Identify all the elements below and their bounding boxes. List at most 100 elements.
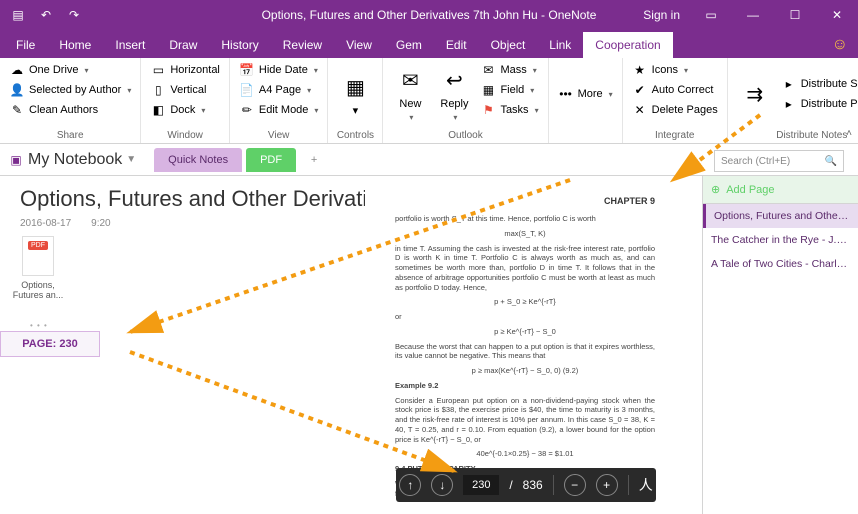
menu-history[interactable]: History bbox=[209, 32, 270, 58]
drag-dots: • • • bbox=[30, 321, 48, 330]
close-button[interactable]: ✕ bbox=[816, 0, 858, 30]
tasks-button[interactable]: ⚑Tasks bbox=[477, 101, 541, 120]
ribbon-collapse-icon[interactable]: ˄ bbox=[846, 128, 852, 139]
pdf-attachment[interactable]: Options, Futures an... bbox=[8, 236, 68, 300]
distribute-main-button[interactable]: ⇉ bbox=[734, 61, 776, 128]
group-controls: Controls bbox=[334, 128, 376, 143]
group-view: View bbox=[236, 128, 322, 143]
field-icon: ▦ bbox=[480, 83, 496, 99]
new-button[interactable]: ✉New bbox=[389, 61, 431, 128]
menu-link[interactable]: Link bbox=[537, 32, 583, 58]
menu-edit[interactable]: Edit bbox=[434, 32, 479, 58]
more-icon: ••• bbox=[558, 87, 574, 103]
menu-insert[interactable]: Insert bbox=[103, 32, 157, 58]
add-page-button[interactable]: ⊕Add Page bbox=[703, 176, 858, 204]
minimize-button[interactable]: — bbox=[732, 0, 774, 30]
pager-adobe-icon[interactable]: 人 bbox=[639, 475, 653, 495]
menu-cooperation[interactable]: Cooperation bbox=[583, 32, 672, 58]
mass-button[interactable]: ✉Mass bbox=[477, 61, 541, 80]
menu-file[interactable]: File bbox=[4, 32, 47, 58]
menubar: File Home Insert Draw History Review Vie… bbox=[0, 30, 858, 58]
menu-draw[interactable]: Draw bbox=[157, 32, 209, 58]
cloud-icon: ☁ bbox=[9, 63, 25, 79]
page-icon: 📄 bbox=[239, 83, 255, 99]
ribbon-options-icon[interactable]: ▭ bbox=[690, 0, 732, 30]
mail-new-icon: ✉ bbox=[395, 66, 425, 96]
group-integrate: Integrate bbox=[629, 128, 721, 143]
group-window: Window bbox=[147, 128, 223, 143]
pager-total: 836 bbox=[523, 478, 543, 492]
a4-button[interactable]: 📄A4 Page bbox=[236, 81, 322, 100]
check-icon: ✔ bbox=[632, 83, 648, 99]
dock-button[interactable]: ◧Dock bbox=[147, 101, 223, 120]
pencil-icon: ✏ bbox=[239, 103, 255, 119]
distribute-pages-button[interactable]: ▸Distribute Pages bbox=[778, 95, 858, 114]
undo-icon[interactable]: ↶ bbox=[36, 5, 56, 25]
distribute-section-button[interactable]: ▸Distribute Section bbox=[778, 75, 858, 94]
deletepages-button[interactable]: ✕Delete Pages bbox=[629, 101, 721, 120]
pdf-viewer[interactable]: CHAPTER 9 portfolio is worth S_T at this… bbox=[365, 176, 675, 514]
pager-current-input[interactable] bbox=[463, 475, 499, 495]
pager-up-button[interactable]: ↑ bbox=[399, 474, 421, 496]
notebook-name[interactable]: My Notebook bbox=[28, 151, 122, 169]
reply-button[interactable]: ↩Reply bbox=[433, 61, 475, 128]
tab-pdf[interactable]: PDF bbox=[246, 148, 296, 172]
mass-icon: ✉ bbox=[480, 63, 496, 79]
pages-icon: ▸ bbox=[781, 97, 797, 113]
tab-add[interactable]: + bbox=[300, 148, 328, 172]
horizontal-icon: ▭ bbox=[150, 63, 166, 79]
group-distribute: Distribute Notes bbox=[734, 128, 858, 143]
app-icon: ▤ bbox=[8, 5, 28, 25]
notebook-icon: ▣ bbox=[8, 152, 24, 168]
plus-icon: ⊕ bbox=[711, 183, 720, 196]
pager-zoomin-button[interactable]: + bbox=[596, 474, 618, 496]
page-tag[interactable]: ▢ PAGE: 230 bbox=[0, 331, 100, 357]
clean-authors-button[interactable]: ✎Clean Authors bbox=[6, 101, 134, 120]
page-time: 9:20 bbox=[91, 218, 110, 229]
horizontal-button[interactable]: ▭Horizontal bbox=[147, 61, 223, 80]
menu-review[interactable]: Review bbox=[271, 32, 334, 58]
search-input[interactable]: Search (Ctrl+E)🔍 bbox=[714, 150, 844, 172]
ribbon: ☁One Drive 👤Selected by Author ✎Clean Au… bbox=[0, 58, 858, 144]
controls-icon: ▦ bbox=[340, 73, 370, 103]
side-panel: ⊕Add Page Options, Futures and Other Der… bbox=[702, 176, 858, 514]
field-button[interactable]: ▦Field bbox=[477, 81, 541, 100]
broom-icon: ✎ bbox=[9, 103, 25, 119]
hidedate-button[interactable]: 📅Hide Date bbox=[236, 61, 322, 80]
redo-icon[interactable]: ↷ bbox=[64, 5, 84, 25]
menu-home[interactable]: Home bbox=[47, 32, 103, 58]
more-button[interactable]: •••More bbox=[555, 85, 616, 104]
dock-icon: ◧ bbox=[150, 103, 166, 119]
smiley-icon[interactable]: ☺ bbox=[832, 36, 848, 58]
autocorrect-button[interactable]: ✔Auto Correct bbox=[629, 81, 721, 100]
section-icon: ▸ bbox=[781, 77, 797, 93]
reply-icon: ↩ bbox=[439, 66, 469, 96]
menu-gem[interactable]: Gem bbox=[384, 32, 434, 58]
search-icon: 🔍 bbox=[825, 156, 837, 167]
pager-zoomout-button[interactable]: − bbox=[564, 474, 586, 496]
page-date: 2016-08-17 bbox=[20, 218, 71, 229]
icons-icon: ★ bbox=[632, 63, 648, 79]
page-canvas[interactable]: Options, Futures and Other Derivative 20… bbox=[0, 176, 702, 514]
tab-quicknotes[interactable]: Quick Notes bbox=[154, 148, 242, 172]
editmode-button[interactable]: ✏Edit Mode bbox=[236, 101, 322, 120]
page-item[interactable]: Options, Futures and Other Deriva bbox=[703, 204, 858, 228]
vertical-icon: ▯ bbox=[150, 83, 166, 99]
vertical-button[interactable]: ▯Vertical bbox=[147, 81, 223, 100]
controls-button[interactable]: ▦▾ bbox=[334, 61, 376, 128]
group-share: Share bbox=[6, 128, 134, 143]
signin-button[interactable]: Sign in bbox=[633, 0, 690, 30]
user-icon: 👤 bbox=[9, 83, 25, 99]
page-item[interactable]: A Tale of Two Cities - Charles Dic bbox=[703, 252, 858, 276]
icons-button[interactable]: ★Icons bbox=[629, 61, 721, 80]
group-outlook: Outlook bbox=[389, 128, 541, 143]
menu-view[interactable]: View bbox=[334, 32, 384, 58]
selected-author-button[interactable]: 👤Selected by Author bbox=[6, 81, 134, 100]
menu-object[interactable]: Object bbox=[479, 32, 538, 58]
maximize-button[interactable]: ☐ bbox=[774, 0, 816, 30]
onedrive-button[interactable]: ☁One Drive bbox=[6, 61, 134, 80]
page-item[interactable]: The Catcher in the Rye - J.D. Salin bbox=[703, 228, 858, 252]
pdf-file-icon bbox=[22, 236, 54, 276]
calendar-icon: 📅 bbox=[239, 63, 255, 79]
pager-down-button[interactable]: ↓ bbox=[431, 474, 453, 496]
